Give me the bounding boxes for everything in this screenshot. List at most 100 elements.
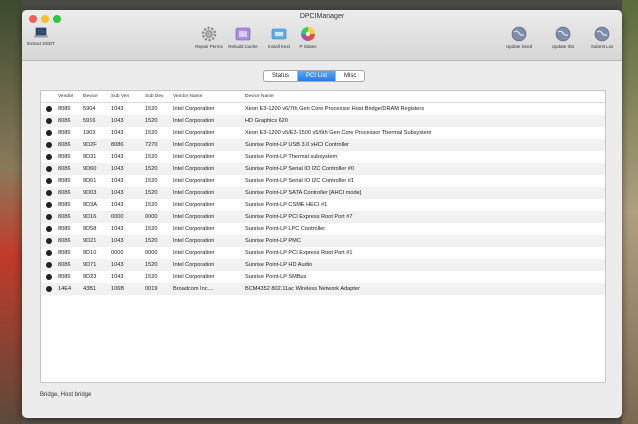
repair-perms-button[interactable]: Repair Perms bbox=[192, 26, 226, 49]
device-cell: 5904 bbox=[83, 106, 96, 112]
color-wheel-icon bbox=[301, 27, 315, 41]
table-row[interactable]: 8086 9D58 1043 1520 Intel Corporation Sunrise… bbox=[41, 223, 605, 235]
vendor-cell: 14E4 bbox=[58, 286, 72, 292]
vendor-cell: 8086 bbox=[58, 202, 71, 208]
table-row[interactable]: 8086 9D16 0000 0000 Intel Corporation Sunrise… bbox=[41, 211, 605, 223]
device-bullet-icon bbox=[45, 238, 52, 244]
table-row[interactable]: 8086 1903 1043 1520 Intel Corporation Xeon E3… bbox=[41, 127, 605, 139]
vendor-name-cell: Intel Corporation bbox=[173, 190, 215, 196]
sub-dev-cell: 0000 bbox=[145, 214, 158, 220]
device-bullet-icon bbox=[45, 166, 52, 172]
sub-ven-cell: 0000 bbox=[111, 250, 124, 256]
tab-pci-list[interactable]: PCI List bbox=[298, 71, 337, 81]
table-row[interactable]: 8086 9D31 1043 1520 Intel Corporation Sunrise… bbox=[41, 151, 605, 163]
device-cell: 9D3A bbox=[83, 202, 97, 208]
tab-misc[interactable]: Misc bbox=[336, 71, 364, 81]
sub-dev-cell: 1520 bbox=[145, 118, 158, 124]
sub-dev-cell: 0000 bbox=[145, 250, 158, 256]
device-name-cell: Sunrise Point-LP USB 3.0 xHCI Controller bbox=[245, 142, 350, 148]
sub-dev-cell: 1520 bbox=[145, 154, 158, 160]
extract-dsdt-button[interactable]: Extract DSDT bbox=[22, 27, 60, 46]
table-row[interactable]: 8086 9D2F 8086 7270 Intel Corporation Sunrise… bbox=[41, 139, 605, 151]
sub-ven-cell: 1043 bbox=[111, 274, 124, 280]
device-name-cell: Xeon E3-1200 v5/E3-1500 v5/6th Gen Core … bbox=[245, 130, 432, 136]
sub-ven-cell: 8086 bbox=[111, 142, 124, 148]
table-body: 8086 5904 1043 1520 Intel Corporation Xeon E3… bbox=[41, 103, 605, 295]
vendor-name-cell: Intel Corporation bbox=[173, 130, 215, 136]
table-row[interactable]: 8086 5916 1043 1520 Intel Corporation HD Grap… bbox=[41, 115, 605, 127]
device-cell: 9D31 bbox=[83, 154, 97, 160]
device-bullet-icon bbox=[45, 130, 52, 136]
cache-icon bbox=[235, 27, 251, 41]
device-bullet-icon bbox=[45, 190, 52, 196]
column-header-device[interactable]: Device bbox=[81, 94, 109, 99]
device-bullet-icon bbox=[45, 250, 52, 256]
vendor-cell: 8086 bbox=[58, 142, 71, 148]
table-row[interactable]: 8086 9D23 1043 1520 Intel Corporation Sunrise… bbox=[41, 271, 605, 283]
table-header: Vendor Device Sub Ven Sub Dev Vendor Nam… bbox=[41, 91, 605, 103]
tab-bar: Status PCI List Misc bbox=[263, 70, 366, 82]
column-header-device-name[interactable]: Device Name bbox=[243, 94, 605, 99]
table-row[interactable]: 8086 9D03 1043 1520 Intel Corporation Sunrise… bbox=[41, 187, 605, 199]
install-kext-button[interactable]: Install Kext bbox=[262, 26, 296, 49]
vendor-cell: 8086 bbox=[58, 166, 71, 172]
vendor-name-cell: Intel Corporation bbox=[173, 274, 215, 280]
device-cell: 5916 bbox=[83, 118, 96, 124]
globe-icon bbox=[511, 26, 527, 42]
device-cell: 9D03 bbox=[83, 190, 97, 196]
vendor-name-cell: Intel Corporation bbox=[173, 178, 215, 184]
column-header-sub-ven[interactable]: Sub Ven bbox=[109, 94, 143, 99]
vendor-cell: 8086 bbox=[58, 262, 71, 268]
vendor-cell: 8086 bbox=[58, 106, 71, 112]
device-name-cell: Sunrise Point-LP Serial IO I2C Controlle… bbox=[245, 178, 355, 184]
column-header-vendor[interactable]: Vendor bbox=[56, 94, 81, 99]
status-text: Bridge, Host bridge bbox=[40, 392, 92, 398]
table-row[interactable]: 8086 5904 1043 1520 Intel Corporation Xeon E3… bbox=[41, 103, 605, 115]
device-name-cell: BCM4352 802.11ac Wireless Network Adapte… bbox=[245, 286, 360, 292]
vendor-name-cell: Intel Corporation bbox=[173, 142, 215, 148]
vendor-name-cell: Intel Corporation bbox=[173, 106, 215, 112]
table-row[interactable]: 8086 9D71 1043 1520 Intel Corporation Sunrise… bbox=[41, 259, 605, 271]
sub-dev-cell: 1520 bbox=[145, 178, 158, 184]
table-row[interactable]: 14E4 43B1 106B 0019 Broadcom Inc.... BCM4352 … bbox=[41, 283, 605, 295]
device-cell: 9D21 bbox=[83, 238, 97, 244]
vendor-cell: 8086 bbox=[58, 154, 71, 160]
device-bullet-icon bbox=[45, 214, 52, 220]
sub-dev-cell: 1520 bbox=[145, 190, 158, 196]
device-bullet-icon bbox=[45, 226, 52, 232]
update-seed-button[interactable]: Update Seed bbox=[496, 26, 542, 49]
vendor-name-cell: Intel Corporation bbox=[173, 238, 215, 244]
sub-dev-cell: 1520 bbox=[145, 166, 158, 172]
sub-ven-cell: 106B bbox=[111, 286, 125, 292]
vendor-cell: 8086 bbox=[58, 214, 71, 220]
vendor-name-cell: Intel Corporation bbox=[173, 226, 215, 232]
table-row[interactable]: 8086 9D60 1043 1520 Intel Corporation Sunrise… bbox=[41, 163, 605, 175]
vendor-name-cell: Intel Corporation bbox=[173, 250, 215, 256]
device-cell: 9D58 bbox=[83, 226, 97, 232]
table-row[interactable]: 8086 9D10 0000 0000 Intel Corporation Sunrise… bbox=[41, 247, 605, 259]
table-row[interactable]: 8086 9D21 1043 1520 Intel Corporation Sunrise… bbox=[41, 235, 605, 247]
sub-ven-cell: 1043 bbox=[111, 106, 124, 112]
sub-dev-cell: 1520 bbox=[145, 226, 158, 232]
p-states-button[interactable]: P States bbox=[296, 26, 320, 49]
update-ids-button[interactable]: Update IDs bbox=[543, 26, 583, 49]
column-header-sub-dev[interactable]: Sub Dev bbox=[143, 94, 171, 99]
sub-dev-cell: 1520 bbox=[145, 202, 158, 208]
vendor-name-cell: Intel Corporation bbox=[173, 154, 215, 160]
device-cell: 9D61 bbox=[83, 178, 97, 184]
device-cell: 1903 bbox=[83, 130, 96, 136]
device-cell: 9D71 bbox=[83, 262, 97, 268]
table-row[interactable]: 8086 9D61 1043 1520 Intel Corporation Sunrise… bbox=[41, 175, 605, 187]
device-cell: 9D16 bbox=[83, 214, 97, 220]
device-name-cell: Sunrise Point-LP SATA Controller [AHCI m… bbox=[245, 190, 362, 196]
globe-icon bbox=[594, 26, 610, 42]
table-row[interactable]: 8086 9D3A 1043 1520 Intel Corporation Sunrise… bbox=[41, 199, 605, 211]
device-bullet-icon bbox=[45, 202, 52, 208]
rebuild-cache-button[interactable]: Rebuild Cache bbox=[225, 26, 261, 49]
device-name-cell: Sunrise Point-LP PCI Express Root Port #… bbox=[245, 214, 353, 220]
device-bullet-icon bbox=[45, 262, 52, 268]
tab-status[interactable]: Status bbox=[264, 71, 299, 81]
pci-table[interactable]: Vendor Device Sub Ven Sub Dev Vendor Nam… bbox=[40, 90, 606, 383]
column-header-vendor-name[interactable]: Vendor Name bbox=[171, 94, 243, 99]
submit-list-button[interactable]: Submit List bbox=[583, 26, 621, 49]
